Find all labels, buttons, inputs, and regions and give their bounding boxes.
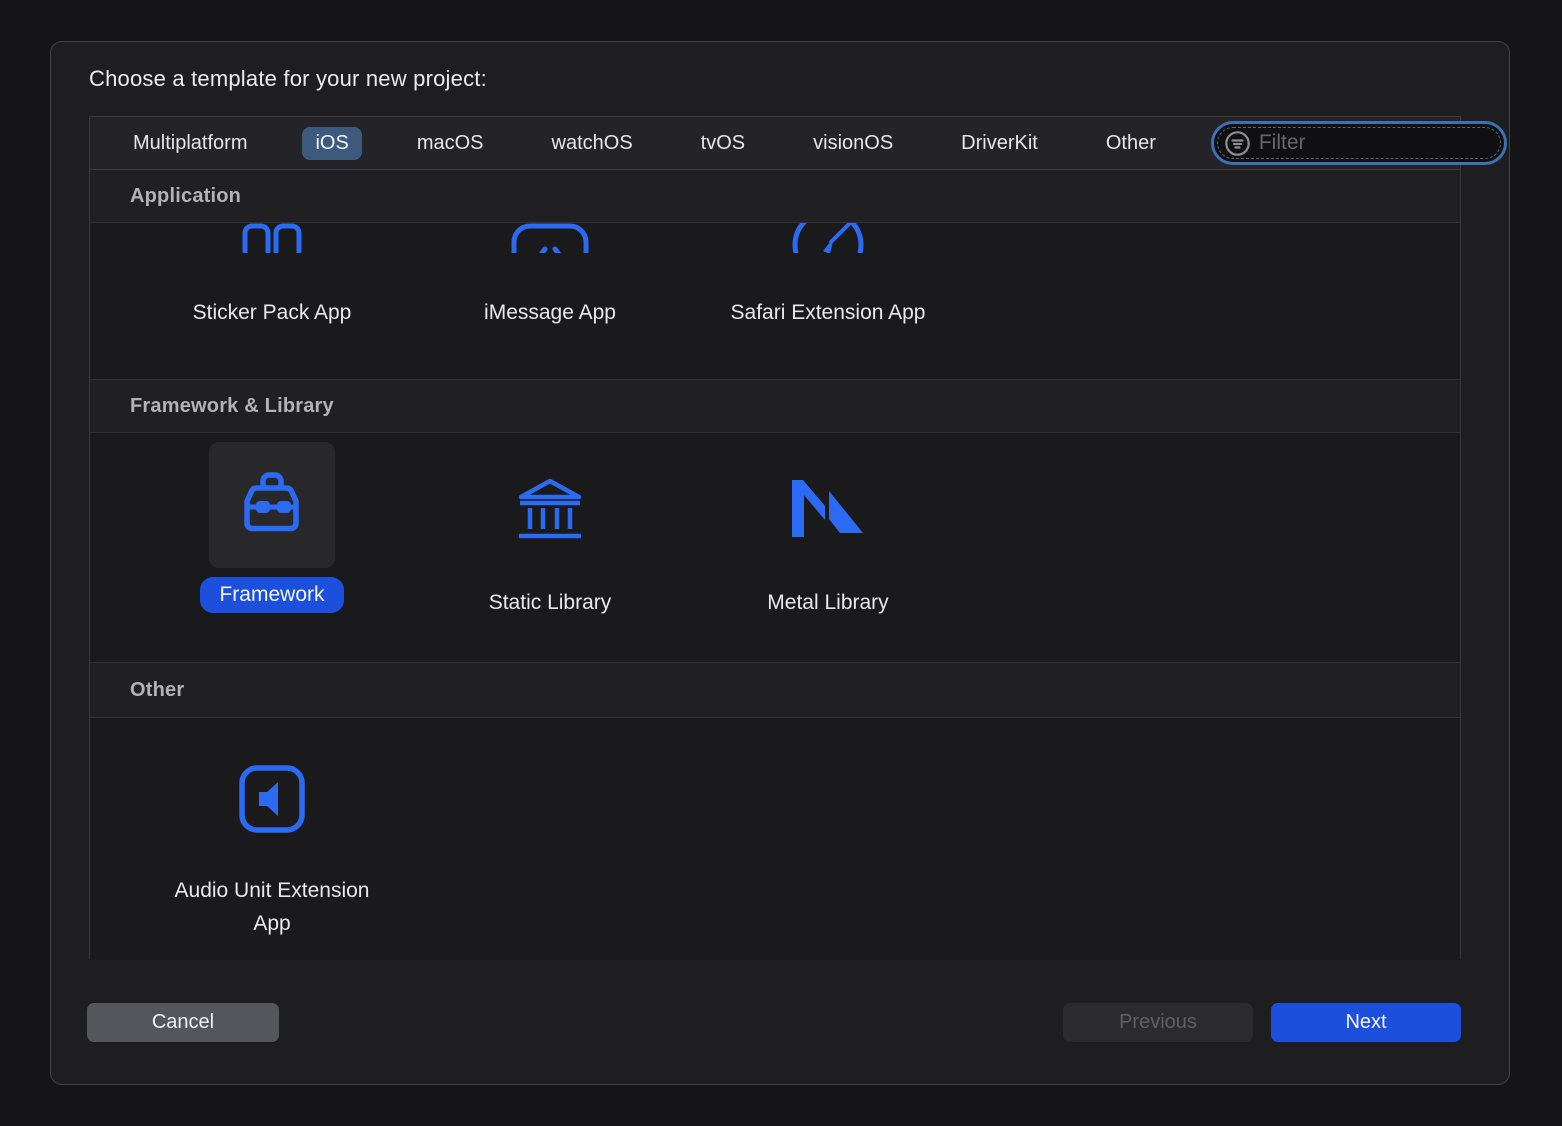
template-chooser: Multiplatform iOS macOS watchOS tvOS vis… — [89, 116, 1461, 959]
filter-circle-icon — [1224, 130, 1251, 157]
cancel-button[interactable]: Cancel — [87, 1003, 279, 1042]
previous-button[interactable]: Previous — [1063, 1003, 1253, 1042]
tab-multiplatform[interactable]: Multiplatform — [120, 127, 260, 160]
tab-driverkit[interactable]: DriverKit — [948, 127, 1051, 160]
metal-logo-icon — [792, 433, 864, 568]
platform-tabbar: Multiplatform iOS macOS watchOS tvOS vis… — [90, 117, 1460, 170]
tab-ios[interactable]: iOS — [302, 127, 361, 160]
section-header-label: Framework & Library — [130, 395, 334, 418]
template-item-audio-unit-extension-app[interactable]: Audio Unit Extension App — [133, 718, 411, 960]
other-items-row: Audio Unit Extension App — [90, 718, 1460, 960]
application-items-row: Sticker Pack App iMessage App — [90, 223, 1460, 380]
section-header-application: Application — [90, 170, 1460, 223]
tab-other[interactable]: Other — [1093, 127, 1169, 160]
tab-watchos[interactable]: watchOS — [539, 127, 646, 160]
section-header-framework-library: Framework & Library — [90, 380, 1460, 433]
template-item-label: Sticker Pack App — [193, 296, 352, 329]
section-header-label: Application — [130, 185, 241, 208]
template-item-label: Audio Unit Extension App — [166, 874, 378, 940]
template-item-label: Static Library — [489, 586, 612, 619]
next-button[interactable]: Next — [1271, 1003, 1461, 1042]
template-item-safari-extension-app[interactable]: Safari Extension App — [689, 223, 967, 379]
template-item-label: Metal Library — [767, 586, 888, 619]
safari-compass-icon — [748, 223, 908, 253]
toolbox-icon — [232, 463, 312, 548]
template-item-static-library[interactable]: Static Library — [411, 433, 689, 662]
template-item-label: iMessage App — [484, 296, 616, 329]
template-item-imessage-app[interactable]: iMessage App — [411, 223, 689, 379]
tab-tvos[interactable]: tvOS — [688, 127, 758, 160]
library-building-icon — [517, 433, 583, 568]
tab-macos[interactable]: macOS — [404, 127, 497, 160]
template-item-label-selected: Framework — [200, 577, 343, 613]
section-header-label: Other — [130, 679, 184, 702]
framework-library-items-row: Framework Static Library — [90, 433, 1460, 663]
filter-input[interactable] — [1259, 131, 1490, 155]
new-project-dialog: Choose a template for your new project: … — [50, 41, 1510, 1085]
tab-visionos[interactable]: visionOS — [800, 127, 906, 160]
speaker-icon — [239, 765, 305, 878]
imessage-bubble-icon — [470, 223, 630, 253]
dialog-title: Choose a template for your new project: — [89, 66, 487, 92]
template-item-label: Safari Extension App — [731, 296, 926, 329]
filter-field[interactable] — [1211, 121, 1507, 165]
template-item-metal-library[interactable]: Metal Library — [689, 433, 967, 662]
template-item-framework[interactable]: Framework — [133, 433, 411, 662]
template-item-sticker-pack-app[interactable]: Sticker Pack App — [133, 223, 411, 379]
section-header-other: Other — [90, 663, 1460, 718]
selected-item-tile — [209, 442, 335, 568]
sticker-pack-icon — [192, 223, 352, 253]
